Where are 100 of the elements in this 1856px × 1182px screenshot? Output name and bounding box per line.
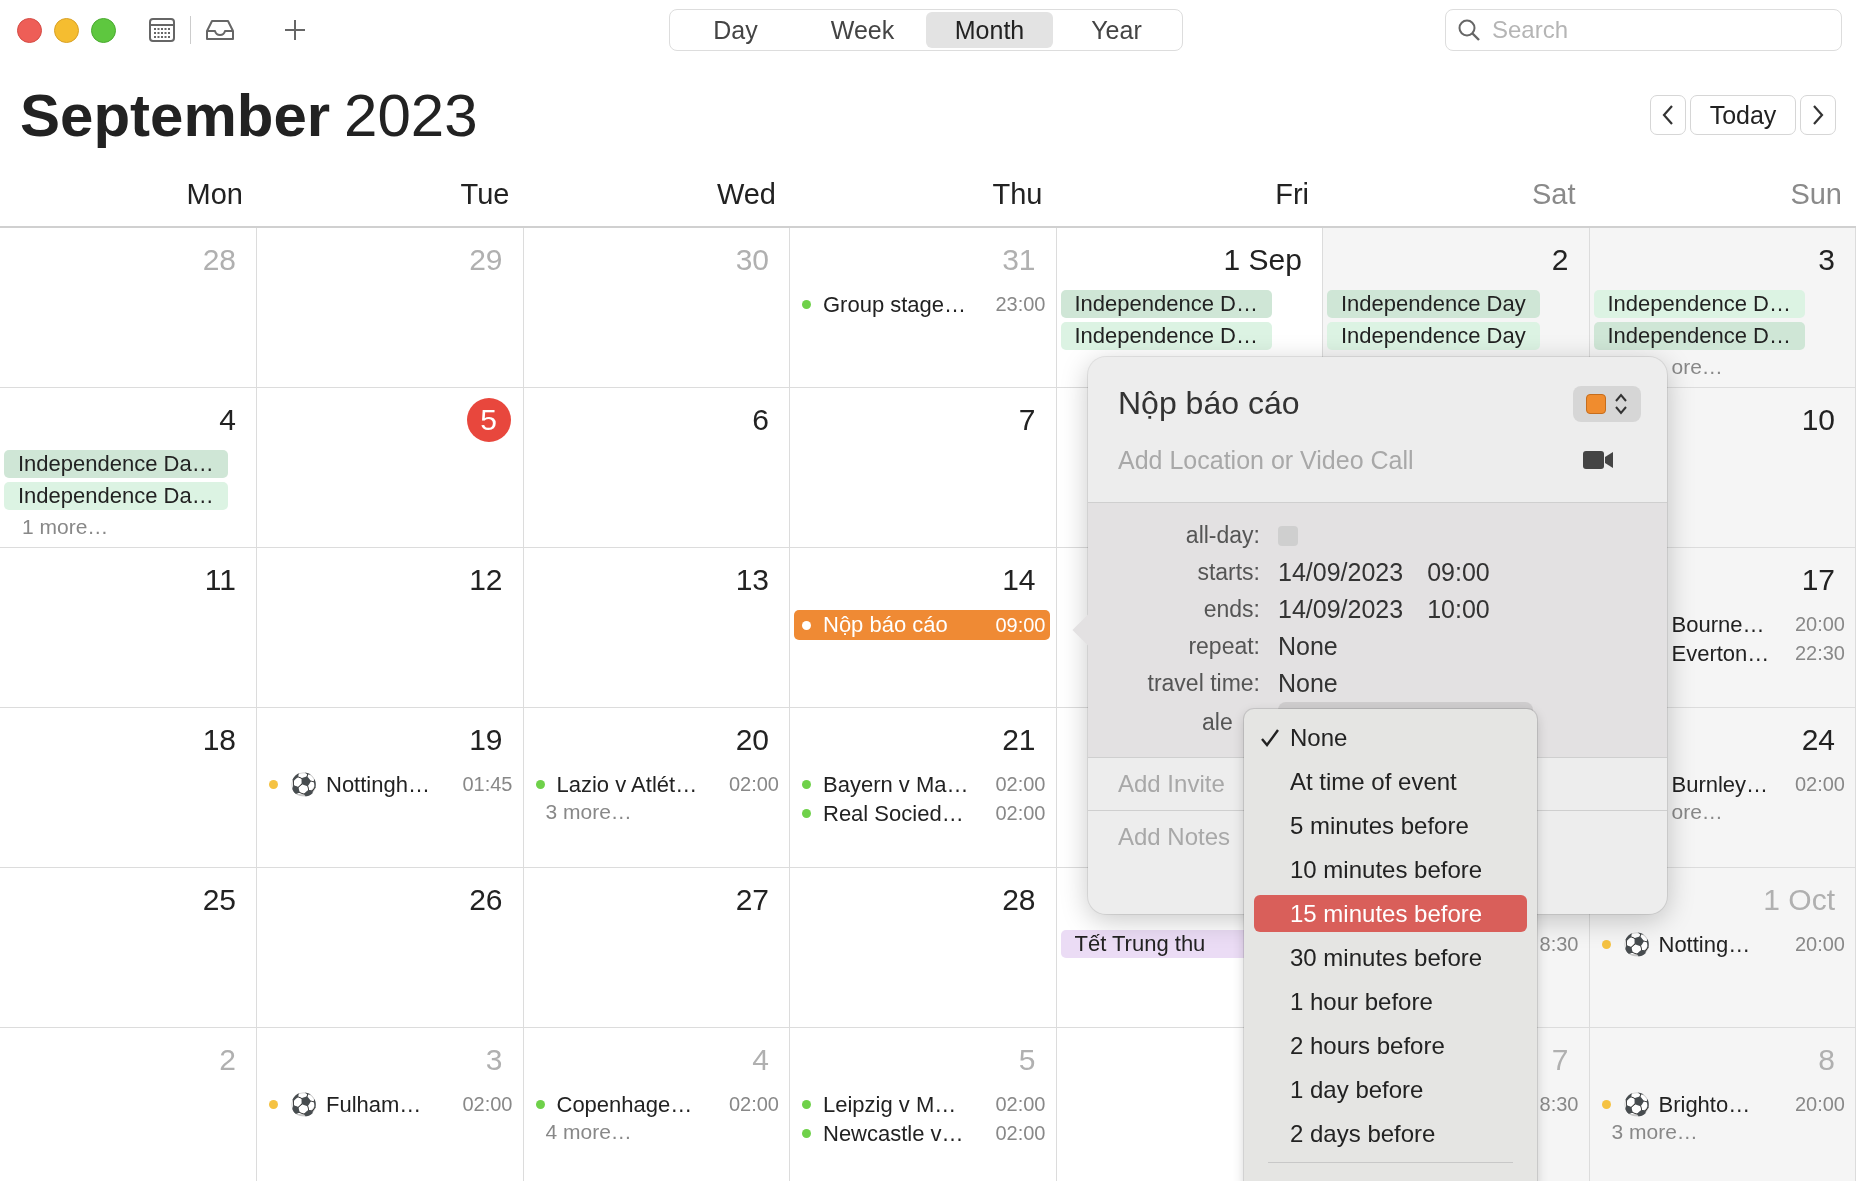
- all-day-event[interactable]: Independence D…: [1060, 290, 1272, 318]
- weekday-header: Tue: [459, 177, 511, 212]
- all-day-event[interactable]: Independence D…: [1060, 322, 1272, 350]
- menu-item[interactable]: 2 hours before: [1254, 1027, 1527, 1064]
- day-number: 5: [480, 403, 497, 436]
- day-number: 10: [1801, 403, 1835, 436]
- all-day-event[interactable]: Independence Da…: [4, 450, 228, 478]
- close-button[interactable]: [17, 17, 42, 43]
- event-row[interactable]: Lazio v Atlét… 02:00: [527, 770, 783, 799]
- previous-button[interactable]: [1650, 95, 1686, 135]
- event-title: Newcastle v…: [823, 1120, 965, 1147]
- value-popup[interactable]: None: [1278, 632, 1338, 661]
- menu-item[interactable]: At time of event: [1254, 763, 1527, 800]
- location-field[interactable]: Add Location or Video Call: [1118, 445, 1538, 475]
- day-number: 31: [1002, 243, 1036, 276]
- menu-item[interactable]: 1 day before: [1254, 1071, 1527, 1108]
- event-title: Group stage…: [823, 291, 968, 318]
- calendar-icon[interactable]: [148, 17, 176, 43]
- day-number: 2: [1551, 243, 1569, 276]
- event-row[interactable]: ⚽ Notting… 20:00: [1593, 930, 1849, 959]
- event-row[interactable]: Group stage… 23:00: [794, 290, 1050, 319]
- invitees-field[interactable]: Add Invite: [1118, 770, 1238, 798]
- event-time: 8:30: [1539, 1093, 1579, 1116]
- date-field[interactable]: 14/09/2023: [1278, 595, 1404, 624]
- event-row[interactable]: ⚽ Fulham… 02:00: [261, 1090, 517, 1119]
- day-number: 29: [469, 243, 503, 276]
- time-field[interactable]: 09:00: [1427, 558, 1490, 587]
- menu-item[interactable]: 2 days before: [1254, 1115, 1527, 1152]
- weekday-header: Mon: [185, 177, 244, 212]
- day-number: 20: [735, 723, 769, 756]
- menu-item[interactable]: 5 minutes before: [1254, 807, 1527, 844]
- event-row[interactable]: Copenhage… 02:00: [527, 1090, 783, 1119]
- color-picker-button[interactable]: [1573, 385, 1641, 422]
- chevron-left-icon: [1661, 104, 1675, 126]
- menu-item[interactable]: 1 hour before: [1254, 983, 1527, 1020]
- day-number: 4: [219, 403, 236, 436]
- event-row[interactable]: Bayern v Ma… 02:00: [794, 770, 1050, 799]
- event-row[interactable]: Newcastle v… 02:00: [794, 1119, 1050, 1148]
- today-button[interactable]: Today: [1690, 95, 1796, 135]
- day-number: 14: [1002, 563, 1036, 596]
- all-day-event[interactable]: Independence Da…: [4, 482, 228, 510]
- event-time: 02:00: [728, 773, 779, 796]
- event-row[interactable]: ⚽ Brighto… 20:00: [1593, 1090, 1849, 1119]
- chevron-right-icon: [1811, 104, 1825, 126]
- more-link[interactable]: 1 more…: [22, 515, 109, 538]
- soccer-ball-emoji: ⚽: [290, 771, 318, 798]
- time-field[interactable]: 10:00: [1427, 595, 1490, 624]
- menu-item[interactable]: 15 minutes before: [1254, 895, 1527, 932]
- weekday-header: Fri: [1274, 177, 1310, 212]
- event-time: 02:00: [728, 1093, 779, 1116]
- more-link[interactable]: 4 more…: [545, 1120, 632, 1143]
- next-button[interactable]: [1800, 95, 1836, 135]
- view-tab[interactable]: Year: [1053, 12, 1180, 48]
- all-day-event[interactable]: Independence D…: [1593, 322, 1805, 350]
- all-day-event[interactable]: Independence Day: [1327, 290, 1540, 318]
- day-number: 4: [752, 1043, 769, 1076]
- value-popup[interactable]: None: [1278, 669, 1338, 698]
- all-day-event[interactable]: Independence Day: [1327, 322, 1540, 350]
- day-number: 28: [1002, 883, 1036, 916]
- day-number: 1 Sep: [1223, 243, 1302, 276]
- event-title[interactable]: Burnley…: [1671, 771, 1795, 798]
- search-field[interactable]: Search: [1445, 9, 1842, 51]
- menu-item[interactable]: 30 minutes before: [1254, 939, 1527, 976]
- day-number: 27: [735, 883, 769, 916]
- event-time: 20:00: [1794, 933, 1845, 956]
- event-title[interactable]: Nộp báo cáo: [1118, 385, 1300, 422]
- view-tab[interactable]: Day: [672, 12, 799, 48]
- day-number: 2: [219, 1043, 236, 1076]
- weekday-header: Thu: [991, 177, 1044, 212]
- day-number: 18: [202, 723, 236, 756]
- event-time: 02:00: [995, 773, 1046, 796]
- event-time: 09:00: [995, 613, 1046, 637]
- field-label: starts:: [1196, 559, 1260, 586]
- soccer-ball-emoji: ⚽: [1622, 1091, 1651, 1118]
- more-link[interactable]: 3 more…: [545, 800, 632, 823]
- add-icon[interactable]: [283, 18, 307, 42]
- event-title: Nottingh…: [326, 771, 431, 798]
- view-tab[interactable]: Week: [799, 12, 926, 48]
- inbox-icon[interactable]: [205, 18, 235, 42]
- event-title: Lazio v Atlét…: [556, 771, 699, 798]
- event-title[interactable]: Bourne…: [1671, 611, 1795, 638]
- event-time: 23:00: [995, 293, 1046, 316]
- event-title[interactable]: Everton…: [1671, 640, 1795, 667]
- event-row[interactable]: Real Socied… 02:00: [794, 799, 1050, 828]
- event-time: 02:00: [462, 1093, 513, 1116]
- up-down-chevron-icon: [1614, 391, 1628, 416]
- menu-item[interactable]: None: [1254, 719, 1527, 756]
- event-title: Leipzig v M…: [823, 1091, 958, 1118]
- all-day-event[interactable]: Independence D…: [1593, 290, 1805, 318]
- year-title: 2023: [344, 80, 478, 150]
- event-title: Brighto…: [1658, 1091, 1752, 1118]
- date-field[interactable]: 14/09/2023: [1278, 558, 1404, 587]
- event-row[interactable]: ⚽ Nottingh… 01:45: [261, 770, 517, 799]
- event-row[interactable]: Leipzig v M… 02:00: [794, 1090, 1050, 1119]
- view-tab[interactable]: Month: [926, 12, 1053, 48]
- menu-item[interactable]: 10 minutes before: [1254, 851, 1527, 888]
- event-title: Real Socied…: [823, 800, 965, 827]
- notes-field[interactable]: Add Notes: [1118, 823, 1238, 851]
- zoom-button[interactable]: [91, 17, 116, 43]
- video-camera-icon[interactable]: [1583, 450, 1613, 470]
